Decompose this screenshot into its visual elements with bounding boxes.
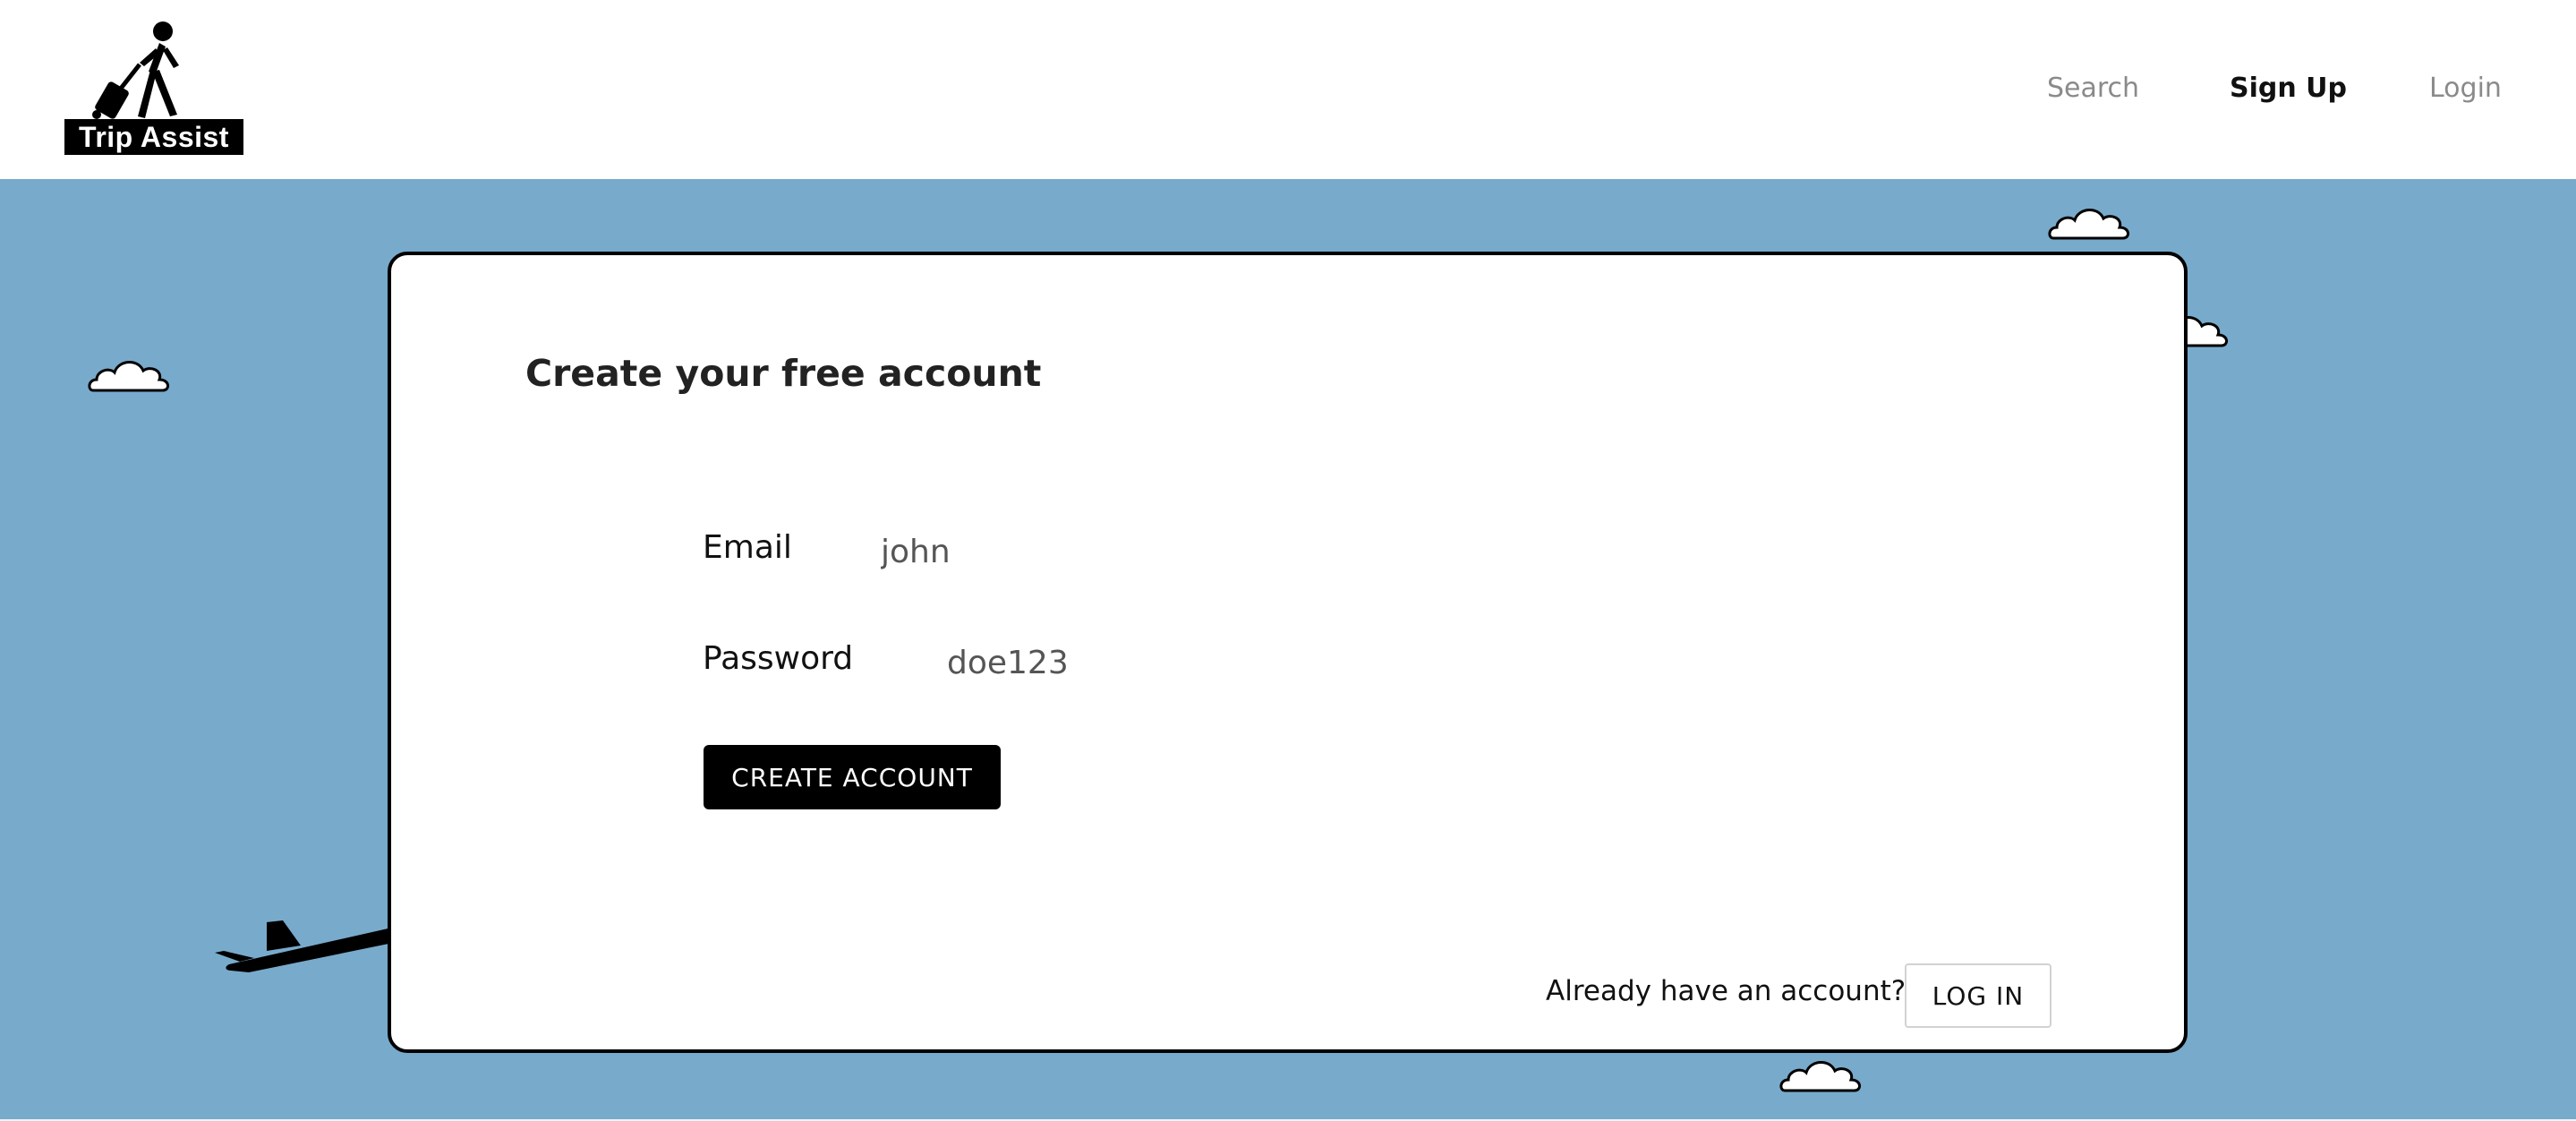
cloud-icon bbox=[88, 361, 169, 392]
logo-label: Trip Assist bbox=[64, 119, 243, 155]
email-field[interactable] bbox=[881, 529, 1328, 574]
nav-sign-up[interactable]: Sign Up bbox=[2230, 70, 2347, 107]
password-label: Password bbox=[703, 640, 854, 677]
cloud-icon bbox=[1779, 1061, 1861, 1092]
header: Trip Assist Search Sign Up Login bbox=[0, 0, 2576, 179]
nav-login[interactable]: Login bbox=[2429, 70, 2502, 107]
already-have-account-text: Already have an account? bbox=[1546, 975, 1906, 1007]
create-account-button[interactable]: CREATE ACCOUNT bbox=[704, 745, 1001, 809]
traveler-icon bbox=[92, 21, 179, 119]
email-label: Email bbox=[703, 529, 792, 566]
logo[interactable]: Trip Assist bbox=[63, 16, 246, 159]
log-in-button[interactable]: LOG IN bbox=[1905, 963, 2051, 1028]
cloud-icon bbox=[2048, 209, 2129, 240]
page: Trip Assist Search Sign Up Login Create … bbox=[0, 0, 2576, 1121]
signup-card: Create your free account Email Password … bbox=[388, 252, 2188, 1053]
nav-login-link[interactable]: Login bbox=[2429, 73, 2502, 104]
password-field[interactable] bbox=[947, 640, 1395, 685]
card-title: Create your free account bbox=[525, 352, 1042, 395]
airplane-icon bbox=[215, 920, 397, 972]
nav-sign-up-link[interactable]: Sign Up bbox=[2230, 73, 2347, 104]
nav-search[interactable]: Search bbox=[2047, 70, 2139, 107]
nav-search-link[interactable]: Search bbox=[2047, 73, 2139, 104]
